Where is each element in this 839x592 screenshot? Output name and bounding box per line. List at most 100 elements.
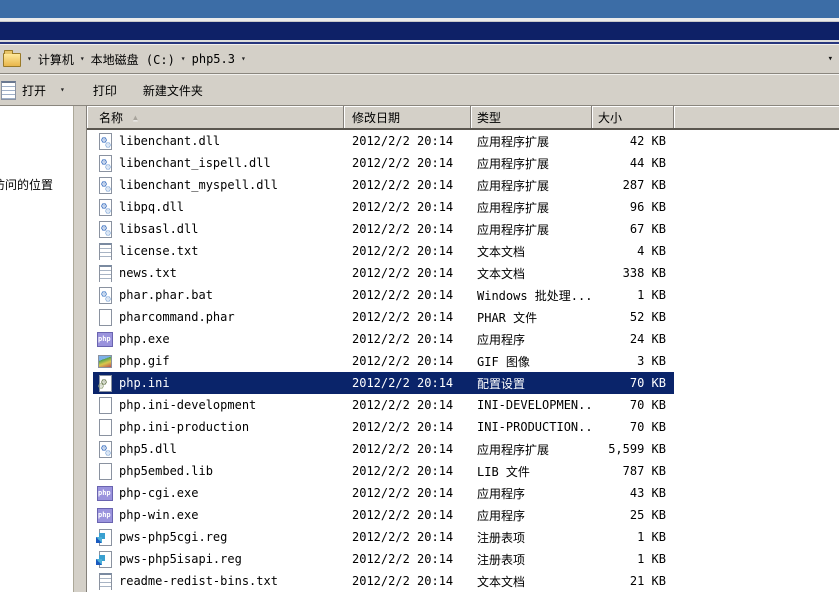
file-type-cell: GIF 图像 bbox=[471, 353, 592, 370]
table-row[interactable]: php5.dll 2012/2/2 20:14 应用程序扩展 5,599 KB bbox=[87, 438, 839, 460]
column-header-row: 名称 ▲ 修改日期 类型 大小 bbox=[87, 106, 839, 130]
file-name-cell[interactable]: php.ini-production bbox=[93, 419, 344, 436]
file-name-cell[interactable]: php-cgi.exe bbox=[93, 485, 344, 502]
chevron-down-icon[interactable]: ▾ bbox=[27, 55, 32, 63]
file-name-cell[interactable]: php5.dll bbox=[93, 441, 344, 458]
file-name-cell[interactable]: php-win.exe bbox=[93, 507, 344, 524]
table-row[interactable]: php.ini-development 2012/2/2 20:14 INI-D… bbox=[87, 394, 839, 416]
table-row[interactable]: php5embed.lib 2012/2/2 20:14 LIB 文件 787 … bbox=[87, 460, 839, 482]
file-name-cell[interactable]: libenchant.dll bbox=[93, 133, 344, 150]
file-name-cell[interactable]: news.txt bbox=[93, 265, 344, 282]
table-row[interactable]: phar.phar.bat 2012/2/2 20:14 Windows 批处理… bbox=[87, 284, 839, 306]
file-list-body: libenchant.dll 2012/2/2 20:14 应用程序扩展 42 … bbox=[87, 130, 839, 592]
table-row[interactable]: libenchant_ispell.dll 2012/2/2 20:14 应用程… bbox=[87, 152, 839, 174]
table-row[interactable]: libenchant_myspell.dll 2012/2/2 20:14 应用… bbox=[87, 174, 839, 196]
plain-doc-icon bbox=[97, 419, 113, 436]
column-header-size[interactable]: 大小 bbox=[592, 106, 674, 128]
new-folder-button-label: 新建文件夹 bbox=[143, 82, 203, 99]
file-date-cell: 2012/2/2 20:14 bbox=[344, 552, 471, 566]
dll-icon bbox=[97, 155, 113, 172]
table-row[interactable]: pharcommand.phar 2012/2/2 20:14 PHAR 文件 … bbox=[87, 306, 839, 328]
table-row[interactable]: php.gif 2012/2/2 20:14 GIF 图像 3 KB bbox=[87, 350, 839, 372]
file-name-cell[interactable]: phar.phar.bat bbox=[93, 287, 344, 304]
print-button[interactable]: 打印 bbox=[87, 79, 123, 102]
file-date-cell: 2012/2/2 20:14 bbox=[344, 266, 471, 280]
file-date-cell: 2012/2/2 20:14 bbox=[344, 376, 471, 390]
file-name-cell[interactable]: pws-php5cgi.reg bbox=[93, 529, 344, 546]
pane-divider[interactable] bbox=[73, 106, 87, 592]
breadcrumb-label[interactable]: 计算机 bbox=[38, 51, 74, 68]
file-size-cell: 1 KB bbox=[592, 288, 674, 302]
table-row[interactable]: libsasl.dll 2012/2/2 20:14 应用程序扩展 67 KB bbox=[87, 218, 839, 240]
chevron-down-icon[interactable]: ▾ bbox=[181, 55, 186, 63]
table-row[interactable]: libpq.dll 2012/2/2 20:14 应用程序扩展 96 KB bbox=[87, 196, 839, 218]
address-bar[interactable]: ▾ 计算机 ▾ 本地磁盘 (C:) ▾ php5.3 ▾ ▾ bbox=[0, 44, 839, 74]
file-name: pws-php5isapi.reg bbox=[119, 552, 242, 566]
file-type-cell: INI-DEVELOPMEN... bbox=[471, 398, 592, 412]
file-type-cell: 文本文档 bbox=[471, 573, 592, 590]
file-name-cell[interactable]: libpq.dll bbox=[93, 199, 344, 216]
file-name-cell[interactable]: readme-redist-bins.txt bbox=[93, 573, 344, 590]
breadcrumb-label[interactable]: php5.3 bbox=[192, 52, 235, 66]
table-row[interactable]: pws-php5isapi.reg 2012/2/2 20:14 注册表项 1 … bbox=[87, 548, 839, 570]
file-size-cell: 787 KB bbox=[592, 464, 674, 478]
file-size-cell: 70 KB bbox=[592, 420, 674, 434]
file-type-cell: 应用程序扩展 bbox=[471, 221, 592, 238]
breadcrumb-php53[interactable]: php5.3 ▾ bbox=[190, 52, 250, 66]
file-type-cell: 应用程序扩展 bbox=[471, 177, 592, 194]
column-header-date[interactable]: 修改日期 bbox=[344, 106, 471, 128]
table-row[interactable]: libenchant.dll 2012/2/2 20:14 应用程序扩展 42 … bbox=[87, 130, 839, 152]
file-size-cell: 3 KB bbox=[592, 354, 674, 368]
address-history-dropdown-icon[interactable]: ▾ bbox=[828, 54, 833, 64]
file-size-cell: 25 KB bbox=[592, 508, 674, 522]
recent-places-label[interactable]: 访问的位置 bbox=[0, 176, 53, 193]
breadcrumb-local-disk-c[interactable]: 本地磁盘 (C:) ▾ bbox=[89, 51, 190, 68]
table-row[interactable]: php-win.exe 2012/2/2 20:14 应用程序 25 KB bbox=[87, 504, 839, 526]
open-dropdown-button[interactable]: ▾ bbox=[52, 83, 73, 97]
file-name: pws-php5cgi.reg bbox=[119, 530, 227, 544]
file-name: license.txt bbox=[119, 244, 198, 258]
breadcrumb-label[interactable]: 本地磁盘 (C:) bbox=[91, 51, 175, 68]
file-size-cell: 24 KB bbox=[592, 332, 674, 346]
file-name-cell[interactable]: php.gif bbox=[93, 353, 344, 370]
open-button[interactable]: 打开 bbox=[16, 79, 52, 102]
file-name-cell[interactable]: libsasl.dll bbox=[93, 221, 344, 238]
file-name-cell[interactable]: php.exe bbox=[93, 331, 344, 348]
table-row[interactable]: readme-redist-bins.txt 2012/2/2 20:14 文本… bbox=[87, 570, 839, 592]
dll-icon bbox=[97, 199, 113, 216]
file-name: readme-redist-bins.txt bbox=[119, 574, 278, 588]
chevron-down-icon[interactable]: ▾ bbox=[80, 55, 85, 63]
file-name-cell[interactable]: license.txt bbox=[93, 243, 344, 260]
file-name-cell[interactable]: libenchant_ispell.dll bbox=[93, 155, 344, 172]
file-name: pharcommand.phar bbox=[119, 310, 235, 324]
table-row[interactable]: php.exe 2012/2/2 20:14 应用程序 24 KB bbox=[87, 328, 839, 350]
breadcrumb-computer[interactable]: 计算机 ▾ bbox=[36, 51, 89, 68]
table-row[interactable]: news.txt 2012/2/2 20:14 文本文档 338 KB bbox=[87, 262, 839, 284]
file-name-cell[interactable]: pharcommand.phar bbox=[93, 309, 344, 326]
column-header-type[interactable]: 类型 bbox=[471, 106, 592, 128]
dll-icon bbox=[97, 177, 113, 194]
file-name: phar.phar.bat bbox=[119, 288, 213, 302]
file-name: news.txt bbox=[119, 266, 177, 280]
explorer-window: ▾ 计算机 ▾ 本地磁盘 (C:) ▾ php5.3 ▾ ▾ 打开 ▾ 打印 新… bbox=[0, 0, 839, 592]
file-name-cell[interactable]: php5embed.lib bbox=[93, 463, 344, 480]
navigation-pane[interactable]: 访问的位置 bbox=[0, 106, 73, 592]
file-name: php5embed.lib bbox=[119, 464, 213, 478]
dll-icon bbox=[97, 441, 113, 458]
file-name-cell[interactable]: pws-php5isapi.reg bbox=[93, 551, 344, 568]
file-name-cell[interactable]: php.ini-development bbox=[93, 397, 344, 414]
file-size-cell: 42 KB bbox=[592, 134, 674, 148]
chevron-down-icon[interactable]: ▾ bbox=[241, 55, 246, 63]
table-row[interactable]: php.ini 2012/2/2 20:14 配置设置 70 KB bbox=[87, 372, 839, 394]
table-row[interactable]: pws-php5cgi.reg 2012/2/2 20:14 注册表项 1 KB bbox=[87, 526, 839, 548]
table-row[interactable]: php.ini-production 2012/2/2 20:14 INI-PR… bbox=[87, 416, 839, 438]
file-name-cell[interactable]: php.ini bbox=[93, 375, 344, 392]
table-row[interactable]: license.txt 2012/2/2 20:14 文本文档 4 KB bbox=[87, 240, 839, 262]
new-folder-button[interactable]: 新建文件夹 bbox=[137, 79, 209, 102]
column-header-name[interactable]: 名称 ▲ bbox=[87, 106, 344, 128]
file-date-cell: 2012/2/2 20:14 bbox=[344, 332, 471, 346]
file-type-cell: INI-PRODUCTION... bbox=[471, 420, 592, 434]
table-row[interactable]: php-cgi.exe 2012/2/2 20:14 应用程序 43 KB bbox=[87, 482, 839, 504]
ini-config-icon bbox=[97, 375, 113, 392]
file-name-cell[interactable]: libenchant_myspell.dll bbox=[93, 177, 344, 194]
